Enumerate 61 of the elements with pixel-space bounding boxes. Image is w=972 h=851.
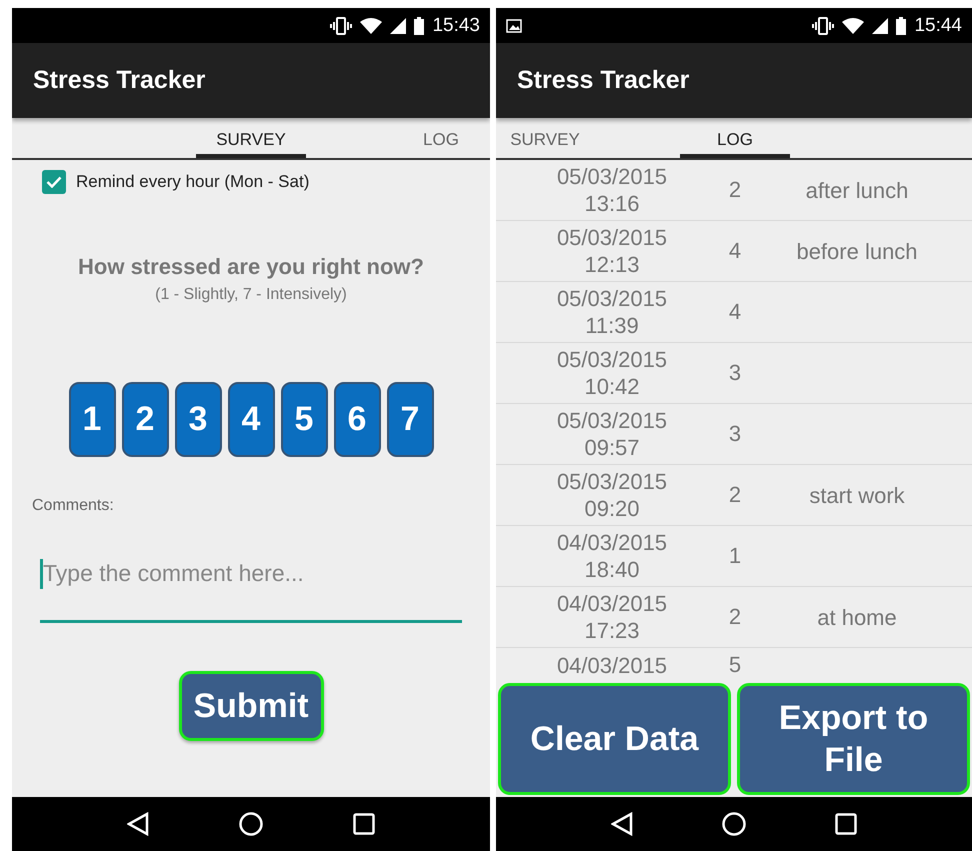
level-cell: 2 [728, 604, 742, 630]
date-cell-text: 05/03/2015 13:16 [556, 163, 668, 217]
battery-icon [896, 16, 906, 34]
date-cell-text: 04/03/2015 18:40 [556, 529, 668, 583]
status-time: 15:44 [914, 14, 962, 36]
recents-icon[interactable] [353, 813, 375, 835]
rating-button[interactable]: 3 [174, 382, 222, 457]
date-cell-text: 05/03/2015 11:39 [556, 285, 668, 339]
tab[interactable]: LOG [640, 118, 830, 158]
date-cell-text: 05/03/2015 09:57 [556, 407, 668, 461]
app-title: Stress Tracker [517, 66, 690, 95]
picture-icon [506, 18, 522, 32]
clear-data-button[interactable]: Clear Data [498, 683, 731, 795]
level-cell: 4 [728, 299, 742, 325]
battery-icon [414, 16, 424, 34]
reminder-checkbox[interactable] [42, 170, 66, 194]
level-cell: 5 [728, 652, 742, 678]
rating-button[interactable]: 7 [386, 382, 434, 457]
date-cell-text: 05/03/2015 12:13 [556, 224, 668, 278]
submit-button[interactable]: Submit [178, 671, 324, 741]
tab[interactable]: SURVEY [156, 118, 346, 158]
status-time: 15:43 [432, 14, 480, 36]
signal-icon [872, 18, 888, 34]
tab[interactable]: SURVEY [496, 118, 640, 158]
vibrate-icon [812, 16, 834, 34]
level-cell: 3 [728, 421, 742, 447]
vibrate-icon [330, 16, 352, 34]
app-title: Stress Tracker [33, 66, 206, 95]
date-cell-text: 05/03/2015 10:42 [556, 346, 668, 400]
back-icon[interactable] [610, 812, 633, 836]
level-cell: 2 [728, 482, 742, 508]
rating-button[interactable]: 5 [280, 382, 328, 457]
reminder-label: Remind every hour (Mon - Sat) [76, 172, 310, 192]
back-icon[interactable] [127, 812, 149, 836]
scale-hint: (1 - Slightly, 7 - Intensively) [155, 286, 347, 304]
date-cell-text: 04/03/2015 [556, 652, 668, 679]
date-cell-text: 04/03/2015 17:23 [556, 590, 668, 644]
note-cell-text: at home [816, 604, 898, 630]
wifi-icon [360, 18, 382, 34]
tab[interactable]: LOG [346, 118, 490, 158]
comments-label: Comments: [32, 497, 115, 515]
check-icon [46, 176, 62, 188]
note-cell-text: start work [808, 482, 906, 508]
level-cell: 1 [728, 543, 742, 569]
date-cell-text: 05/03/2015 09:20 [556, 468, 668, 522]
note-cell-text: after lunch [804, 176, 910, 204]
level-cell: 2 [728, 177, 742, 203]
rating-button[interactable]: 4 [228, 382, 274, 457]
level-cell: 4 [728, 238, 742, 264]
question-text: How stressed are you right now? [78, 254, 424, 280]
rating-button[interactable]: 6 [334, 382, 380, 457]
home-icon[interactable] [239, 812, 263, 836]
home-icon[interactable] [722, 812, 746, 836]
wifi-icon [842, 18, 864, 34]
level-cell: 3 [728, 360, 742, 386]
export-button[interactable]: Export to File [737, 683, 970, 795]
rating-button[interactable]: 2 [122, 382, 168, 457]
recents-icon[interactable] [835, 813, 858, 835]
note-cell-text: before lunch [795, 238, 919, 264]
signal-icon [390, 18, 406, 34]
rating-button[interactable]: 1 [68, 382, 116, 457]
